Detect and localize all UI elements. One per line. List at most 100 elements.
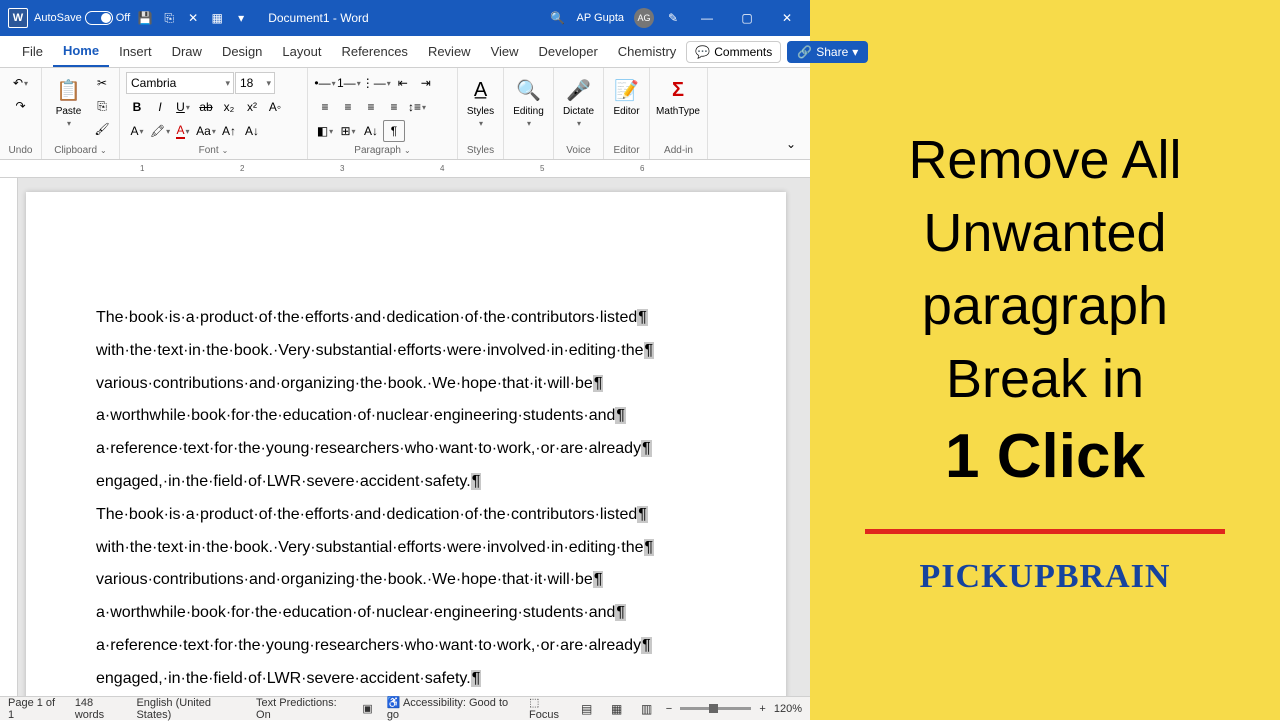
document-page[interactable]: The·book·is·a·product·of·the·efforts·and… <box>26 192 786 696</box>
editing-button[interactable]: 🔍 Editing▾ <box>510 72 547 132</box>
grow-font-button[interactable]: A↑ <box>218 120 240 142</box>
page-status[interactable]: Page 1 of 1 <box>8 697 61 721</box>
tab-home[interactable]: Home <box>53 36 109 67</box>
tab-developer[interactable]: Developer <box>529 36 608 67</box>
language-status[interactable]: English (United States) <box>136 697 242 721</box>
font-size-select[interactable]: 18 <box>235 72 275 94</box>
promo-brand: PICKUPBRAIN <box>920 558 1171 596</box>
multilevel-button[interactable]: ⋮—▾ <box>362 72 391 94</box>
collapse-ribbon-button[interactable]: ⌄ <box>780 133 802 155</box>
justify-button[interactable]: ≡ <box>383 96 405 118</box>
subscript-button[interactable]: x₂ <box>218 96 240 118</box>
share-button[interactable]: 🔗 Share ▾ <box>787 41 868 63</box>
word-count[interactable]: 148 words <box>75 697 123 721</box>
strike-button[interactable]: ab <box>195 96 217 118</box>
line-spacing-button[interactable]: ↕≡▾ <box>406 96 428 118</box>
tab-chemistry[interactable]: Chemistry <box>608 36 687 67</box>
find-icon: 🔍 <box>516 76 541 104</box>
text-effects-button[interactable]: A▾ <box>126 120 148 142</box>
copy-button[interactable]: ⎘ <box>91 95 113 117</box>
clear-format-button[interactable]: A◦ <box>264 96 286 118</box>
borders-button[interactable]: ⊞▾ <box>337 120 359 142</box>
comments-button[interactable]: 💬 Comments <box>686 41 781 63</box>
editor-button[interactable]: 📝 Editor <box>610 72 643 121</box>
word-logo-icon: W <box>8 8 28 28</box>
promo-panel: Remove All Unwanted paragraph Break in 1… <box>810 0 1280 720</box>
autosave-toggle[interactable]: AutoSave Off <box>34 11 130 25</box>
status-bar: Page 1 of 1 148 words English (United St… <box>0 696 810 720</box>
macro-icon[interactable]: ▣ <box>362 702 372 715</box>
highlight-button[interactable]: 🖍▾ <box>149 120 171 142</box>
minimize-button[interactable]: — <box>692 6 722 30</box>
dictate-button[interactable]: 🎤 Dictate▾ <box>560 72 597 132</box>
increase-indent-button[interactable]: ⇥ <box>415 72 437 94</box>
close-button[interactable]: ✕ <box>772 6 802 30</box>
zoom-out-button[interactable]: − <box>666 703 672 715</box>
web-layout-icon[interactable]: ▥ <box>636 698 658 720</box>
pilcrow-icon: ¶ <box>637 309 648 326</box>
pilcrow-icon: ¶ <box>615 407 626 424</box>
user-avatar[interactable]: AG <box>634 8 654 28</box>
align-right-button[interactable]: ≡ <box>360 96 382 118</box>
pilcrow-icon: ¶ <box>593 375 604 392</box>
tab-insert[interactable]: Insert <box>109 36 162 67</box>
tab-design[interactable]: Design <box>212 36 272 67</box>
qat-icon-2[interactable]: ✕ <box>184 9 202 27</box>
zoom-in-button[interactable]: + <box>759 703 765 715</box>
tab-review[interactable]: Review <box>418 36 481 67</box>
pilcrow-icon: ¶ <box>641 440 652 457</box>
cut-button[interactable]: ✂ <box>91 72 113 94</box>
numbering-button[interactable]: 1—▾ <box>337 72 361 94</box>
align-left-button[interactable]: ≡ <box>314 96 336 118</box>
underline-button[interactable]: U▾ <box>172 96 194 118</box>
read-mode-icon[interactable]: ▤ <box>576 698 598 720</box>
shrink-font-button[interactable]: A↓ <box>241 120 263 142</box>
microphone-icon: 🎤 <box>566 76 591 104</box>
shading-button[interactable]: ◧▾ <box>314 120 336 142</box>
qat-icon-3[interactable]: ▦ <box>208 9 226 27</box>
toggle-off-icon[interactable] <box>85 11 113 25</box>
show-marks-button[interactable]: ¶ <box>383 120 405 142</box>
tab-layout[interactable]: Layout <box>272 36 331 67</box>
print-layout-icon[interactable]: ▦ <box>606 698 628 720</box>
search-icon[interactable]: 🔍 <box>549 9 567 27</box>
doc-line: The·book·is·a·product·of·the·efforts·and… <box>96 499 716 532</box>
save-icon[interactable]: 💾 <box>136 9 154 27</box>
zoom-slider[interactable] <box>680 707 751 710</box>
horizontal-ruler[interactable]: 1 2 3 4 5 6 <box>0 160 810 178</box>
format-painter-button[interactable]: 🖌 <box>91 118 113 140</box>
undo-button[interactable]: ↶▾ <box>10 72 32 94</box>
bullets-button[interactable]: •—▾ <box>314 72 336 94</box>
undo-group-label: Undo <box>6 143 35 159</box>
paste-icon: 📋 <box>56 76 81 104</box>
pilcrow-icon: ¶ <box>615 604 626 621</box>
addin-group-label: Add-in <box>656 143 701 159</box>
vertical-ruler[interactable] <box>0 178 18 696</box>
tab-draw[interactable]: Draw <box>162 36 212 67</box>
paste-button[interactable]: 📋 Paste▾ <box>48 72 89 132</box>
tab-file[interactable]: File <box>12 36 53 67</box>
align-center-button[interactable]: ≡ <box>337 96 359 118</box>
mathtype-button[interactable]: Σ MathType <box>656 72 700 121</box>
zoom-level[interactable]: 120% <box>774 703 802 715</box>
font-name-select[interactable]: Cambria <box>126 72 234 94</box>
document-text[interactable]: The·book·is·a·product·of·the·efforts·and… <box>96 302 716 696</box>
font-color-button[interactable]: A▾ <box>172 120 194 142</box>
change-case-button[interactable]: Aa▾ <box>195 120 217 142</box>
pen-icon[interactable]: ✎ <box>664 9 682 27</box>
accessibility-status[interactable]: ♿ Accessibility: Good to go <box>387 696 515 721</box>
italic-button[interactable]: I <box>149 96 171 118</box>
qat-icon-1[interactable]: ⎘ <box>160 9 178 27</box>
redo-button[interactable]: ↷ <box>10 95 32 117</box>
superscript-button[interactable]: x² <box>241 96 263 118</box>
sort-button[interactable]: A↓ <box>360 120 382 142</box>
tab-view[interactable]: View <box>481 36 529 67</box>
decrease-indent-button[interactable]: ⇤ <box>392 72 414 94</box>
tab-references[interactable]: References <box>331 36 417 67</box>
qat-more-icon[interactable]: ▾ <box>232 9 250 27</box>
focus-button[interactable]: ⬚ Focus <box>529 696 568 721</box>
maximize-button[interactable]: ▢ <box>732 6 762 30</box>
bold-button[interactable]: B <box>126 96 148 118</box>
predictions-status[interactable]: Text Predictions: On <box>256 697 348 721</box>
styles-button[interactable]: A̲ Styles▾ <box>464 72 497 132</box>
